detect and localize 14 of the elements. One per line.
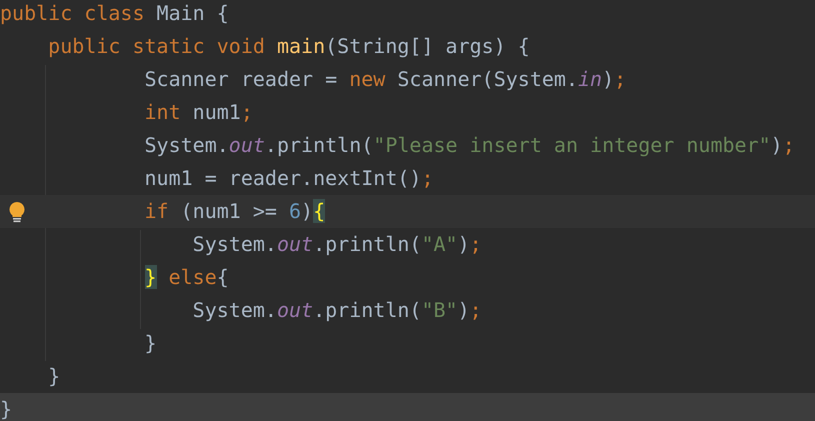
code-line: System.out.println("B"); — [192, 298, 482, 322]
code-line: } else{ — [144, 265, 229, 289]
lightbulb-icon[interactable] — [8, 201, 26, 223]
code-line: int num1; — [144, 100, 253, 124]
code-line: public static void main(String[] args) { — [47, 34, 530, 58]
code-line: if (num1 >= 6){ — [144, 199, 326, 223]
code-line: } — [0, 397, 12, 421]
code-line: Scanner reader = new Scanner(System.in); — [144, 67, 626, 91]
code-line: } — [47, 364, 60, 388]
code-line: } — [144, 331, 157, 355]
code-line: public class Main { — [0, 1, 229, 25]
code-line: System.out.println("A"); — [192, 232, 482, 256]
code-line: num1 = reader.nextInt(); — [144, 166, 434, 190]
code-line: System.out.println("Please insert an integer number"); — [144, 133, 795, 157]
